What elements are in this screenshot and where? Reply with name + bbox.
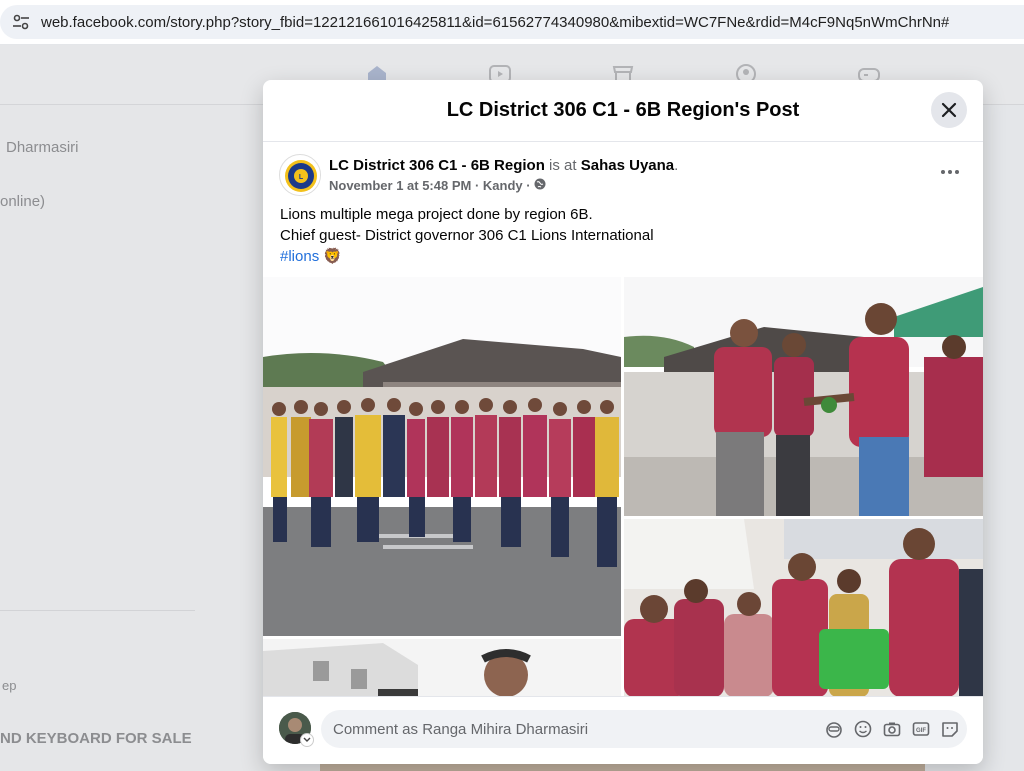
close-icon [941,102,957,118]
post-location: · Kandy · [471,178,535,193]
hashtag-link[interactable]: #lions [280,248,319,265]
url-field[interactable]: web.facebook.com/story.php?story_fbid=12… [0,5,1024,39]
comment-bar: GIF [263,696,983,764]
post-header: L LC District 306 C1 - 6B Region is at S… [279,154,678,196]
bg-user-name: Dharmasiri [6,139,79,156]
bg-status-text: online) [0,193,46,210]
browser-address-bar: web.facebook.com/story.php?story_fbid=12… [0,0,1024,44]
ellipsis-icon [941,170,959,174]
photo-gift-handover[interactable] [624,519,983,697]
emoji-icon[interactable] [853,719,872,738]
bg-listing-title: ND KEYBOARD FOR SALE [0,730,192,747]
gif-icon[interactable]: GIF [911,719,930,738]
modal-title: LC District 306 C1 - 6B Region's Post [446,99,800,121]
more-options-button[interactable] [935,160,965,184]
svg-text:GIF: GIF [916,728,926,734]
place-link[interactable]: Sahas Uyana [581,157,674,174]
post-modal: LC District 306 C1 - 6B Region's Post L … [263,80,983,764]
modal-header: LC District 306 C1 - 6B Region's Post [263,80,983,142]
comment-input[interactable] [321,720,801,738]
photo-group-left[interactable] [263,277,621,636]
post-timestamp[interactable]: November 1 at 5:48 PM [329,178,471,193]
bg-item-text: ep [2,678,17,693]
place-suffix: . [674,157,679,174]
post-body-line1: Lions multiple mega project done by regi… [280,206,593,223]
globe-icon [534,178,546,193]
comment-field-wrapper: GIF [321,710,967,748]
bg-photo-strip [320,764,925,771]
post-text: Lions multiple mega project done by regi… [280,204,654,267]
photo-building[interactable] [263,639,621,697]
site-settings-icon[interactable] [10,11,32,33]
svg-text:L: L [299,174,304,181]
bg-divider [0,610,195,611]
sticker-icon[interactable] [940,719,959,738]
page-avatar[interactable]: L [279,154,321,196]
checkin-connector: is at [544,157,581,174]
chevron-down-icon[interactable] [300,733,314,747]
camera-icon[interactable] [882,719,901,738]
lion-emoji: 🦁 [323,248,343,265]
photo-grid [263,277,983,697]
lions-logo-icon: L [281,156,320,195]
url-text[interactable]: web.facebook.com/story.php?story_fbid=12… [41,14,949,31]
page-name-link[interactable]: LC District 306 C1 - 6B Region [329,157,545,174]
post-body-line2: Chief guest- District governor 306 C1 Li… [280,227,654,244]
photo-plant-handover[interactable] [624,277,983,516]
close-button[interactable] [931,92,967,128]
avatar-sticker-icon[interactable] [824,719,843,738]
